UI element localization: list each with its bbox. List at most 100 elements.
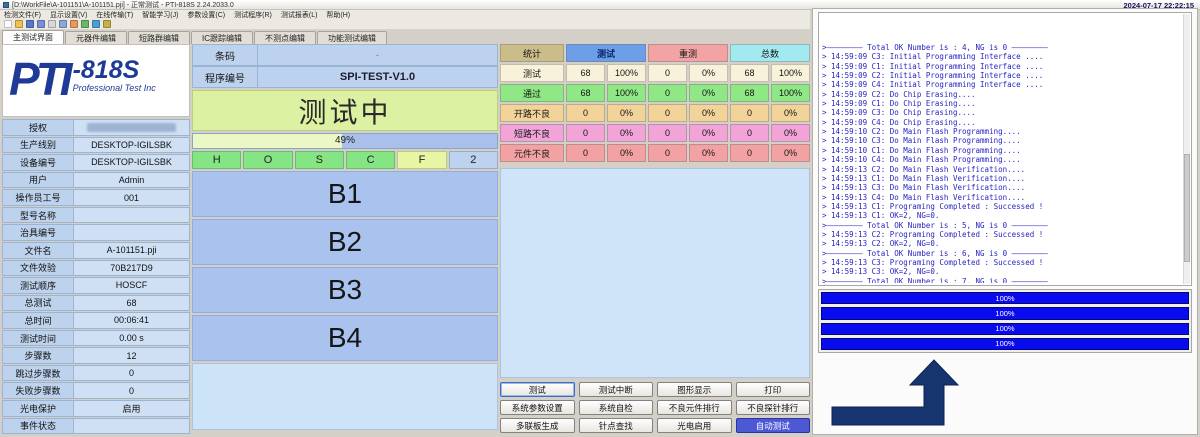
menu-item[interactable]: 测试程序(R) bbox=[234, 10, 272, 20]
tab-short-group-edit[interactable]: 短路群编辑 bbox=[128, 31, 190, 44]
log-line: >———————— Total OK Number is : 7, NG is … bbox=[822, 277, 1180, 283]
tab-ic-trace-edit[interactable]: IC跟踪编辑 bbox=[191, 31, 253, 44]
test-abort-button[interactable]: 测试中断 bbox=[579, 382, 654, 397]
tab-component-edit[interactable]: 元器件编辑 bbox=[65, 31, 127, 44]
globe-icon[interactable] bbox=[92, 20, 100, 28]
bad-component-rank-button[interactable]: 不良元件排行 bbox=[657, 400, 732, 415]
sidebar-row-value bbox=[74, 224, 190, 241]
log-line: > 14:59:09 C2: Do Chip Erasing.... bbox=[822, 90, 1180, 99]
sidebar-row-value: 00:06:41 bbox=[74, 312, 190, 329]
log-line: > 14:59:13 C2: Programing Completed : Su… bbox=[822, 230, 1180, 239]
board-cell[interactable]: B1 bbox=[192, 171, 498, 217]
sidebar-row: 跳过步骤数 0 bbox=[2, 365, 190, 382]
photoelectric-enable-button[interactable]: 光电启用 bbox=[657, 418, 732, 433]
program-number-value: SPI-TEST-V1.0 bbox=[258, 66, 498, 88]
sidebar-row-value bbox=[74, 119, 190, 136]
save-icon[interactable] bbox=[26, 20, 34, 28]
tab-function-test-edit[interactable]: 功能测试编辑 bbox=[317, 31, 387, 44]
menu-item[interactable]: 在线传输(T) bbox=[96, 10, 133, 20]
log-scrollbar-thumb[interactable] bbox=[1184, 154, 1190, 262]
sidebar-row-label: 事件状态 bbox=[2, 418, 74, 435]
channel-progress-bar: 100% bbox=[821, 307, 1189, 319]
log-line: > 14:59:13 C1: Programing Completed : Su… bbox=[822, 202, 1180, 211]
log-line: >———————— Total OK Number is : 4, NG is … bbox=[822, 43, 1180, 52]
graphic-display-button[interactable]: 图形显示 bbox=[657, 382, 732, 397]
sidebar: PTI -818S Professional Test Inc 授权 生产线别 … bbox=[2, 44, 190, 435]
sidebar-row: 总测试 68 bbox=[2, 295, 190, 312]
board-cell[interactable]: B2 bbox=[192, 219, 498, 265]
stats-row-label: 短路不良 bbox=[500, 124, 564, 142]
log-line: > 14:59:10 C4: Do Main Flash Programming… bbox=[822, 155, 1180, 164]
test-button[interactable]: 测试 bbox=[500, 382, 575, 397]
tab-bar: 主测试界面元器件编辑短路群编辑IC跟踪编辑不测点编辑功能测试编辑 bbox=[0, 30, 810, 44]
sidebar-row: 测试顺序 HOSCF bbox=[2, 277, 190, 294]
menu-item[interactable]: 智能学习(J) bbox=[142, 10, 178, 20]
stats-row: 通过 68 100% 0 0% 68 100% bbox=[500, 84, 810, 102]
sidebar-row: 总时间 00:06:41 bbox=[2, 312, 190, 329]
barcode-field[interactable]: - bbox=[258, 44, 498, 66]
probe-point-find-button[interactable]: 针点查找 bbox=[579, 418, 654, 433]
sidebar-row: 测试时间 0.00 s bbox=[2, 330, 190, 347]
sidebar-row-label: 步骤数 bbox=[2, 347, 74, 364]
menu-item[interactable]: 测试报表(L) bbox=[281, 10, 318, 20]
stats-corner-cell: 统计 bbox=[500, 44, 564, 62]
sidebar-row-label: 失败步骤数 bbox=[2, 382, 74, 399]
stats-body: 测试 68 100% 0 0% 68 100% 通过 68 100% 0 0% … bbox=[500, 64, 810, 162]
menu-item[interactable]: 帮助(H) bbox=[326, 10, 350, 20]
print-button[interactable]: 打印 bbox=[736, 382, 811, 397]
sidebar-row: 步骤数 12 bbox=[2, 347, 190, 364]
board-cell[interactable]: B4 bbox=[192, 315, 498, 361]
multi-board-generate-button[interactable]: 多联板生成 bbox=[500, 418, 575, 433]
log-line: > 14:59:10 C3: Do Main Flash Programming… bbox=[822, 136, 1180, 145]
log-scrollbar[interactable] bbox=[1183, 14, 1190, 284]
edit-icon[interactable] bbox=[70, 20, 78, 28]
model-text: -818S bbox=[73, 57, 156, 83]
menu-item[interactable]: 检测文件(F) bbox=[4, 10, 41, 20]
test-panel: 条码 - 程序编号 SPI-TEST-V1.0 测试中 49% HOSCF2 B… bbox=[192, 44, 498, 430]
log-line: > 14:59:13 C3: OK=2, NG=0. bbox=[822, 267, 1180, 276]
sidebar-row-value: 0.00 s bbox=[74, 330, 190, 347]
bad-probe-rank-button[interactable]: 不良探针排行 bbox=[736, 400, 811, 415]
sidebar-row-label: 测试顺序 bbox=[2, 277, 74, 294]
log-line: > 14:59:09 C2: Initial Programming Inter… bbox=[822, 71, 1180, 80]
log-line: > 14:59:09 C4: Initial Programming Inter… bbox=[822, 80, 1180, 89]
sequence-cell: 2 bbox=[449, 151, 498, 169]
status-progress-bar: 49% bbox=[192, 133, 498, 149]
sidebar-row-label: 测试时间 bbox=[2, 330, 74, 347]
system-params-button[interactable]: 系统参数设置 bbox=[500, 400, 575, 415]
sidebar-row-value: 0 bbox=[74, 382, 190, 399]
new-file-icon[interactable] bbox=[4, 20, 12, 28]
log-line: >———————— Total OK Number is : 5, NG is … bbox=[822, 221, 1180, 230]
sidebar-row-value: DESKTOP-IGILSBK bbox=[74, 137, 190, 154]
sidebar-row-value bbox=[74, 207, 190, 224]
annotation-arrow-icon bbox=[828, 357, 1008, 432]
print-icon[interactable] bbox=[48, 20, 56, 28]
preview-icon[interactable] bbox=[59, 20, 67, 28]
menu-item[interactable]: 参数设置(C) bbox=[187, 10, 225, 20]
log-output-box[interactable]: >———————— Total OK Number is : 4, NG is … bbox=[818, 12, 1192, 286]
stats-row-label: 通过 bbox=[500, 84, 564, 102]
auto-test-button[interactable]: 自动测试 bbox=[736, 418, 811, 433]
tagline-text: Professional Test Inc bbox=[73, 83, 156, 93]
save-all-icon[interactable] bbox=[37, 20, 45, 28]
log-line: > 14:59:13 C3: Do Main Flash Verificatio… bbox=[822, 183, 1180, 192]
sidebar-row-label: 授权 bbox=[2, 119, 74, 136]
pti-logo: PTI -818S Professional Test Inc bbox=[2, 44, 190, 117]
chart-icon[interactable] bbox=[81, 20, 89, 28]
sidebar-row: 光电保护 启用 bbox=[2, 400, 190, 417]
board-cell[interactable]: B3 bbox=[192, 267, 498, 313]
system-selfcheck-button[interactable]: 系统自检 bbox=[579, 400, 654, 415]
log-line: > 14:59:09 C3: Initial Programming Inter… bbox=[822, 52, 1180, 61]
log-line: > 14:59:13 C2: Do Main Flash Verificatio… bbox=[822, 165, 1180, 174]
sidebar-row-label: 生产线别 bbox=[2, 137, 74, 154]
sidebar-row-value: Admin bbox=[74, 172, 190, 189]
sidebar-row: 型号名称 bbox=[2, 207, 190, 224]
stats-group-header: 测试 bbox=[566, 44, 646, 62]
tab-no-test-edit[interactable]: 不测点编辑 bbox=[254, 31, 316, 44]
tab-main-test[interactable]: 主测试界面 bbox=[2, 30, 64, 44]
info-icon[interactable] bbox=[103, 20, 111, 28]
menu-item[interactable]: 显示设置(V) bbox=[50, 10, 87, 20]
open-folder-icon[interactable] bbox=[15, 20, 23, 28]
channel-progress-group: 100%100%100%100% bbox=[818, 289, 1192, 353]
log-line: >———————— Total OK Number is : 6, NG is … bbox=[822, 249, 1180, 258]
